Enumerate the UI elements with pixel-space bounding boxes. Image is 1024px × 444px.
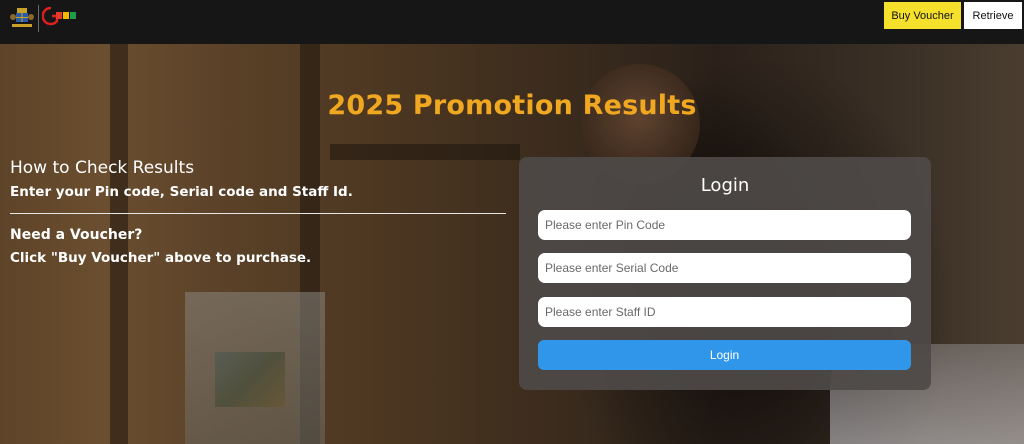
voucher-text: Click "Buy Voucher" above to purchase. [10,250,312,266]
buy-voucher-button[interactable]: Buy Voucher [884,2,961,29]
retrieve-button[interactable]: Retrieve [964,2,1022,29]
background-poster [185,292,325,444]
serial-code-input[interactable] [538,253,911,283]
login-button[interactable]: Login [538,340,911,370]
staff-id-input[interactable] [538,297,911,327]
coat-of-arms-logo[interactable] [9,6,35,30]
background-shelf-board [330,144,520,160]
gesp-logo[interactable] [42,5,78,27]
logo-divider [38,5,39,32]
hero-section: 2025 Promotion Results How to Check Resu… [0,44,1024,444]
login-heading: Login [700,175,750,196]
voucher-heading: Need a Voucher? [10,227,143,243]
instructions-divider [10,213,506,214]
top-navbar: Buy Voucher Retrieve [0,0,1024,44]
instructions-text: Enter your Pin code, Serial code and Sta… [10,184,353,200]
page-title: 2025 Promotion Results [327,90,697,121]
instructions-heading: How to Check Results [10,158,195,178]
login-card: Login Login [519,157,931,390]
pin-code-input[interactable] [538,210,911,240]
